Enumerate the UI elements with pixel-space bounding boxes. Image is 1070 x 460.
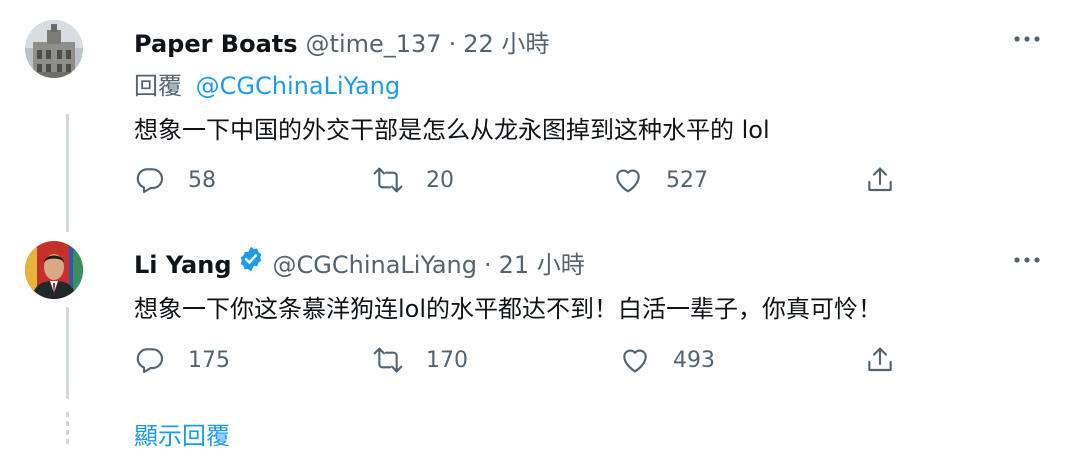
retweet-icon — [373, 167, 403, 193]
retweet-button[interactable]: 20 — [372, 162, 454, 198]
reply-button[interactable]: 175 — [134, 342, 230, 378]
more-options-button[interactable] — [1012, 245, 1042, 275]
share-icon — [868, 347, 892, 372]
timestamp[interactable]: 22 小時 — [463, 24, 549, 59]
share-icon — [868, 167, 892, 192]
like-count: 493 — [673, 347, 715, 373]
portrait-photo-avatar-icon — [25, 241, 83, 299]
more-options-button[interactable] — [1012, 24, 1042, 54]
reply-icon — [136, 168, 164, 194]
reply-count: 175 — [188, 347, 230, 373]
tweet-actions: 175 170 493 — [134, 342, 894, 378]
user-handle[interactable]: @time_137 — [306, 30, 442, 58]
display-name[interactable]: Paper Boats — [134, 30, 298, 58]
user-handle[interactable]: @CGChinaLiYang — [273, 251, 477, 279]
share-button[interactable] — [864, 162, 896, 198]
tweet-2[interactable]: Li Yang @CGChinaLiYang · 21 小時 想象一下你这条慕洋… — [0, 215, 1070, 405]
show-replies-link[interactable]: 顯示回覆 — [134, 416, 230, 451]
ellipsis-icon — [1014, 36, 1040, 42]
reply-button[interactable]: 58 — [134, 162, 216, 198]
avatar[interactable] — [25, 20, 83, 78]
reply-mention-link[interactable]: @CGChinaLiYang — [196, 72, 400, 100]
display-name[interactable]: Li Yang — [134, 251, 232, 279]
retweet-icon — [373, 347, 403, 373]
heart-icon — [623, 349, 647, 373]
reply-label: 回覆 — [134, 72, 182, 100]
tweet-text: 想象一下中国的外交干部是怎么从龙永图掉到这种水平的 lol — [134, 116, 770, 144]
heart-icon — [616, 169, 640, 193]
retweet-count: 170 — [426, 347, 468, 373]
thread-line — [66, 307, 69, 399]
replying-to: 回覆 @CGChinaLiYang — [134, 66, 400, 101]
share-button[interactable] — [864, 342, 896, 378]
like-count: 527 — [666, 167, 708, 193]
tweet-header: Paper Boats @time_137 · 22 小時 — [134, 24, 549, 59]
thread-dotted-line — [66, 412, 69, 448]
like-button[interactable]: 527 — [612, 162, 708, 198]
reply-icon — [136, 348, 164, 374]
separator-dot: · — [483, 251, 492, 279]
tweet-1[interactable]: Paper Boats @time_137 · 22 小時 回覆 @CGChin… — [0, 0, 1070, 232]
tweet-header: Li Yang @CGChinaLiYang · 21 小時 — [134, 245, 585, 280]
reply-count: 58 — [188, 167, 216, 193]
verified-badge-icon — [237, 245, 265, 273]
retweet-button[interactable]: 170 — [372, 342, 468, 378]
separator-dot: · — [448, 30, 457, 58]
avatar[interactable] — [25, 241, 83, 299]
tweet-actions: 58 20 527 — [134, 162, 894, 198]
tweet-text: 想象一下你这条慕洋狗连lol的水平都达不到！白活一辈子，你真可怜！ — [134, 295, 883, 323]
building-photo-avatar-icon — [25, 20, 83, 78]
ellipsis-icon — [1014, 257, 1040, 263]
retweet-count: 20 — [426, 167, 454, 193]
timestamp[interactable]: 21 小時 — [499, 245, 585, 280]
like-button[interactable]: 493 — [619, 342, 715, 378]
